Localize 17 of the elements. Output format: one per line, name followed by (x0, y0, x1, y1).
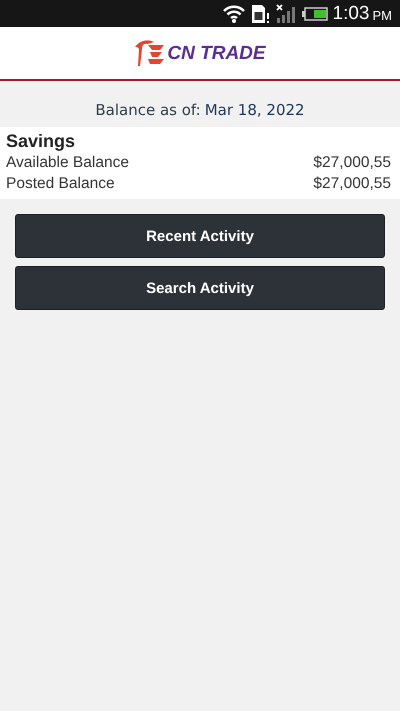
balance-amount: $27,000,55 (313, 174, 391, 194)
account-name: Savings (6, 131, 76, 152)
activity-button[interactable]: Recent Activity (15, 214, 385, 258)
balance-label: Posted Balance (6, 174, 115, 194)
balance-label: Available Balance (6, 153, 129, 173)
logo-text: CN TRADE (167, 43, 266, 65)
no-signal-icon (274, 4, 297, 24)
activity-button[interactable]: Search Activity (15, 266, 385, 310)
balance-amount: $27,000,55 (313, 153, 391, 173)
clock-time: 1:03 (332, 2, 370, 24)
balance-date: Mar 18, 2022 (204, 101, 305, 119)
clock-period: PM (372, 8, 392, 22)
wifi-icon (222, 4, 245, 22)
balance-date-label: Balance as of: (95, 101, 201, 119)
logo-icon (134, 39, 166, 67)
sim-card-alert-icon (250, 4, 270, 24)
battery-icon (302, 6, 328, 20)
